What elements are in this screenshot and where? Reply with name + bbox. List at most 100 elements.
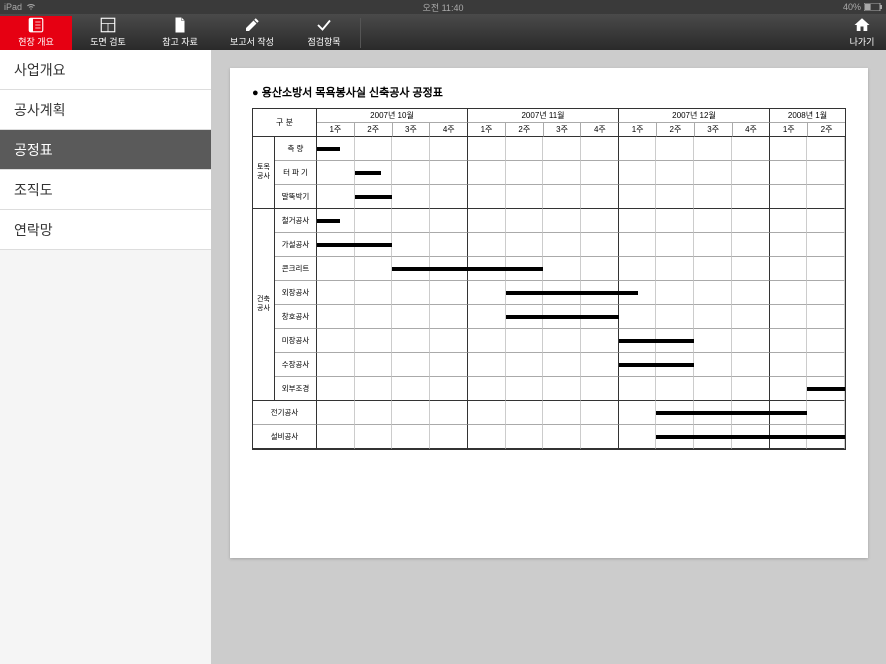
gantt-task-label: 외부조경 <box>275 377 317 401</box>
gantt-cell <box>581 425 619 449</box>
gantt-cell <box>770 161 808 185</box>
gantt-cell <box>807 185 845 209</box>
toolbar-label: 보고서 작성 <box>230 35 274 48</box>
gantt-cell <box>392 425 430 449</box>
sidebar-item-schedule[interactable]: 공정표 <box>0 130 211 170</box>
gantt-cell <box>656 305 694 329</box>
gantt-cell <box>468 353 506 377</box>
sidebar-item-construction-plan[interactable]: 공사계획 <box>0 90 211 130</box>
gantt-cell <box>619 233 657 257</box>
gantt-cell <box>581 161 619 185</box>
gantt-week-header: 1주 <box>619 123 657 137</box>
gantt-cell <box>468 401 506 425</box>
sidebar-item-label: 조직도 <box>14 180 53 200</box>
gantt-cell <box>694 137 732 161</box>
gantt-cell <box>392 401 430 425</box>
toolbar-item-checklist[interactable]: 점검항목 <box>288 16 360 50</box>
gantt-week-header: 4주 <box>430 123 468 137</box>
gantt-cell <box>317 281 355 305</box>
gantt-cell <box>770 329 808 353</box>
toolbar-label: 점검항목 <box>307 35 340 48</box>
gantt-bar <box>506 291 638 295</box>
toolbar-item-overview[interactable]: 현장 개요 <box>0 16 72 50</box>
toolbar-label: 도면 검토 <box>90 35 126 48</box>
gantt-cell <box>694 377 732 401</box>
gantt-cell <box>506 233 544 257</box>
gantt-row: 외부조경 <box>275 377 845 401</box>
gantt-month-header: 2007년 10월 <box>317 109 468 123</box>
gantt-cell <box>392 377 430 401</box>
gantt-cell <box>694 281 732 305</box>
gantt-cell <box>430 233 468 257</box>
gantt-cell <box>656 209 694 233</box>
gantt-bar <box>355 195 393 199</box>
gantt-bar <box>355 171 381 175</box>
gantt-cell <box>656 377 694 401</box>
gantt-cell <box>355 353 393 377</box>
sidebar-item-label: 공사계획 <box>14 100 66 120</box>
gantt-cell <box>807 161 845 185</box>
gantt-month-header: 2007년 12월 <box>619 109 770 123</box>
gantt-cell <box>392 185 430 209</box>
gantt-cell <box>807 281 845 305</box>
gantt-week-header: 2주 <box>355 123 393 137</box>
gantt-cell <box>468 161 506 185</box>
exit-label: 나가기 <box>850 35 875 48</box>
gantt-cell <box>807 209 845 233</box>
gantt-row: 터 파 기 <box>275 161 845 185</box>
toolbar-label: 참고 자료 <box>162 35 198 48</box>
gantt-cell <box>430 137 468 161</box>
gantt-cell <box>317 353 355 377</box>
gantt-cell <box>807 401 845 425</box>
gantt-cell <box>732 377 770 401</box>
gantt-cell <box>807 257 845 281</box>
toolbar-item-reference[interactable]: 참고 자료 <box>144 16 216 50</box>
gantt-cell <box>770 137 808 161</box>
home-icon <box>851 16 873 34</box>
exit-button[interactable]: 나가기 <box>838 16 886 50</box>
gantt-cell <box>543 401 581 425</box>
toolbar-item-drawings[interactable]: 도면 검토 <box>72 16 144 50</box>
gantt-week-header: 4주 <box>581 123 619 137</box>
gantt-cell <box>619 425 657 449</box>
gantt-cell <box>619 401 657 425</box>
toolbar: 현장 개요도면 검토 참고 자료 보고서 작성 점검항목 나가기 <box>0 14 886 50</box>
gantt-cell <box>506 353 544 377</box>
gantt-task-label: 철거공사 <box>275 209 317 233</box>
gantt-cell <box>506 185 544 209</box>
gantt-bar <box>317 147 340 151</box>
gantt-cell <box>732 185 770 209</box>
gantt-cell <box>430 401 468 425</box>
gantt-cell <box>732 353 770 377</box>
gantt-cell <box>807 137 845 161</box>
gantt-cell <box>656 161 694 185</box>
gantt-cell <box>581 233 619 257</box>
gantt-cell <box>694 305 732 329</box>
gantt-cell <box>430 161 468 185</box>
gantt-cell <box>430 329 468 353</box>
gantt-cell <box>355 305 393 329</box>
gantt-task-label: 가설공사 <box>275 233 317 257</box>
report-icon <box>241 16 263 34</box>
content-area: 용산소방서 목욕봉사실 신축공사 공정표 구 분2007년 10월2007년 1… <box>212 50 886 664</box>
sidebar-item-business-overview[interactable]: 사업개요 <box>0 50 211 90</box>
gantt-bar <box>392 267 543 271</box>
gantt-cell <box>543 161 581 185</box>
gantt-cell <box>656 257 694 281</box>
sidebar-item-org-chart[interactable]: 조직도 <box>0 170 211 210</box>
gantt-week-header: 2주 <box>808 123 845 137</box>
toolbar-item-report[interactable]: 보고서 작성 <box>216 16 288 50</box>
gantt-task-label: 미장공사 <box>275 329 317 353</box>
gantt-cell <box>430 377 468 401</box>
gantt-cell <box>770 185 808 209</box>
gantt-cell <box>770 305 808 329</box>
status-bar: iPad 오전 11:40 40% <box>0 0 886 14</box>
gantt-cell <box>656 233 694 257</box>
sidebar-item-contacts[interactable]: 연락망 <box>0 210 211 250</box>
wifi-icon <box>26 3 36 11</box>
gantt-cell <box>581 137 619 161</box>
gantt-week-header: 1주 <box>468 123 506 137</box>
gantt-cell <box>317 305 355 329</box>
gantt-cell <box>355 281 393 305</box>
gantt-cell <box>317 161 355 185</box>
